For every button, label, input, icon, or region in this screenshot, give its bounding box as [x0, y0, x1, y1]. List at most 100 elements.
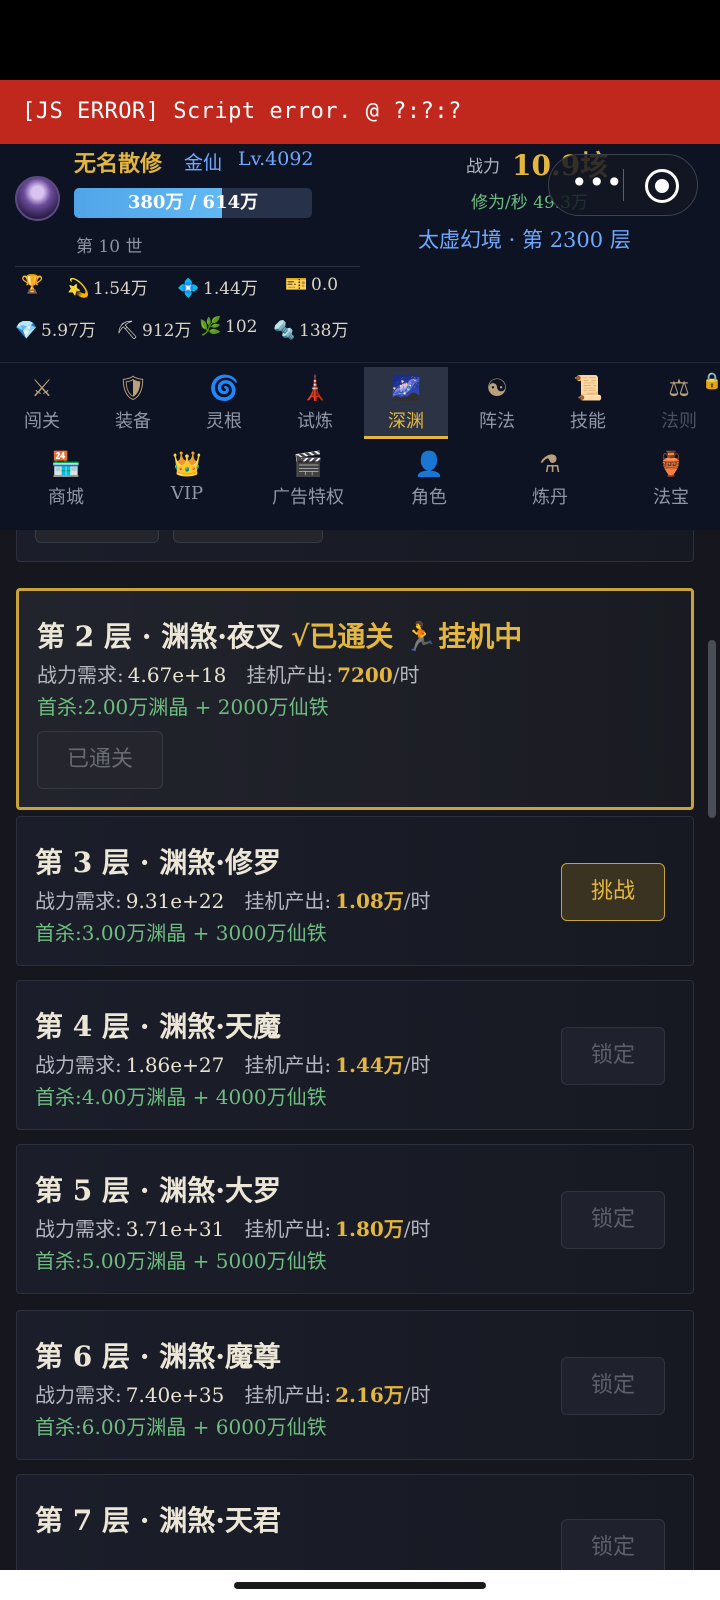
- clapper-icon: 🎬: [293, 450, 323, 478]
- scroll-icon: 📜: [573, 374, 603, 402]
- locked-button[interactable]: 锁定: [561, 1519, 665, 1570]
- nav-item-person[interactable]: 👤 角色: [379, 443, 479, 515]
- power-req-label: 战力需求:: [35, 1217, 122, 1241]
- nav-item-galaxy[interactable]: 🌌 深渊: [364, 367, 448, 439]
- cyclone-icon: 🌀: [209, 374, 239, 402]
- player-level: Lv.4092: [238, 148, 314, 170]
- generation-label: 第 10 世: [76, 237, 143, 257]
- nav-item-label: 试炼: [297, 411, 333, 432]
- miniprogram-capsule: •••: [548, 154, 698, 216]
- nav-item-vase[interactable]: 🏺 法宝: [621, 443, 720, 515]
- exp-progress-text: 380万 / 614万: [127, 192, 259, 213]
- shop-icon: 🏪: [51, 450, 81, 478]
- nav-item-label: 装备: [115, 411, 151, 432]
- resource-item: 💫 1.54万: [67, 274, 148, 299]
- nav-item-shield[interactable]: 🛡 装备: [91, 367, 175, 439]
- nav-item-clapper[interactable]: 🎬 广告特权: [258, 443, 358, 515]
- output-label: 挂机产出:: [244, 1217, 332, 1241]
- resource-item: 🔩 138万: [273, 316, 348, 341]
- floor-card: 第 4 层 · 渊煞·天魔战力需求: 1.86e+27 挂机产出: 1.44万/时首杀…: [16, 980, 694, 1130]
- floor-name: 第 4 层 · 渊煞·天魔: [35, 1010, 281, 1043]
- nav-item-label: 深渊: [388, 411, 424, 432]
- resource-item: 🌿 102: [199, 316, 257, 337]
- challenge-button[interactable]: 挑战: [561, 863, 665, 921]
- power-label: 战力: [466, 157, 500, 177]
- alembic-icon: ⚗: [539, 450, 561, 478]
- floor-stats-line: 战力需求: 4.67e+18 挂机产出: 7200/时: [37, 659, 420, 688]
- scrollbar[interactable]: [708, 640, 716, 818]
- previous-floor-card: [16, 530, 694, 562]
- output-label: 挂机产出:: [246, 663, 334, 687]
- floor-title: 第 7 层 · 渊煞·天君: [35, 1499, 281, 1539]
- previous-idle-button[interactable]: [173, 530, 323, 543]
- nav-item-label: 法则: [661, 411, 697, 432]
- passed-button[interactable]: 已通关: [37, 731, 163, 789]
- nut-bolt-icon: 🔩: [273, 320, 296, 341]
- crossed-swords-icon: ⚔: [31, 374, 53, 402]
- home-indicator-area: [0, 1570, 720, 1600]
- floor-stats-line: 战力需求: 9.31e+22 挂机产出: 1.08万/时: [35, 885, 431, 914]
- resource-item: 💠 1.44万: [177, 274, 258, 299]
- locked-button[interactable]: 锁定: [561, 1191, 665, 1249]
- floor-stats-line: 战力需求: 1.86e+27 挂机产出: 1.44万/时: [35, 1049, 431, 1078]
- resource-value: 5.97万: [41, 321, 96, 341]
- output-unit: /时: [403, 1217, 431, 1241]
- nav-item-shop[interactable]: 🏪 商城: [16, 443, 116, 515]
- trophy-icon: 🏆: [21, 274, 44, 295]
- player-header: 无名散修 金仙 Lv.4092 380万 / 614万 第 10 世 战力 10…: [0, 144, 720, 362]
- resource-value: 1.54万: [93, 279, 148, 299]
- floor-title: 第 5 层 · 渊煞·大罗: [35, 1169, 281, 1209]
- nav-item-scroll[interactable]: 📜 技能: [546, 367, 630, 439]
- resource-value: 912万: [142, 321, 192, 341]
- resource-panel: 🏆 💫 1.54万 💠 1.44万 🎫 0.0 💎 5.97万 ⛏ 912万 🌿 102 🔩 138万: [15, 268, 375, 362]
- realm-floor-label: 太虚幻境 · 第 2300 层: [418, 228, 631, 252]
- nav-item-alembic[interactable]: ⚗ 炼丹: [500, 443, 600, 515]
- more-dots-icon[interactable]: •••: [571, 169, 624, 197]
- nav-item-crown[interactable]: 👑 VIP: [137, 443, 237, 515]
- floor-name: 第 7 层 · 渊煞·天君: [35, 1504, 281, 1537]
- output-unit: /时: [403, 1053, 431, 1077]
- nav-item-label: 阵法: [479, 411, 515, 432]
- resource-value: 102: [225, 317, 258, 337]
- avatar[interactable]: [15, 176, 60, 221]
- output-value: 2.16万: [335, 1383, 404, 1407]
- vase-icon: 🏺: [656, 450, 686, 478]
- previous-passed-button[interactable]: [35, 530, 159, 543]
- locked-button[interactable]: 锁定: [561, 1357, 665, 1415]
- lock-icon: 🔒: [702, 371, 720, 390]
- resource-value: 1.44万: [203, 279, 258, 299]
- floor-title: 第 6 层 · 渊煞·魔尊: [35, 1335, 281, 1375]
- floor-name: 第 6 层 · 渊煞·魔尊: [35, 1340, 281, 1373]
- abyss-floor-list[interactable]: 第 2 层 · 渊煞·夜叉 √已通关 🏃挂机中 战力需求: 4.67e+18 挂机产出: 7…: [0, 530, 720, 1570]
- locked-button[interactable]: 锁定: [561, 1027, 665, 1085]
- floor-stats-line: 战力需求: 3.71e+31 挂机产出: 1.80万/时: [35, 1213, 431, 1242]
- nav-item-cyclone[interactable]: 🌀 灵根: [182, 367, 266, 439]
- capsule-divider: [623, 169, 624, 201]
- sparkle-star-icon: 💫: [67, 278, 90, 299]
- floor-card: 第 7 层 · 渊煞·天君 锁定: [16, 1474, 694, 1570]
- nav-item-label: 广告特权: [272, 487, 344, 508]
- js-error-banner: [JS ERROR] Script error. @ ?:?:?: [0, 80, 720, 144]
- herb-icon: 🌿: [199, 316, 222, 337]
- floor-card: 第 5 层 · 渊煞·大罗 战力需求: 3.71e+31 挂机产出: 1.80万/时 首杀…: [16, 1144, 694, 1294]
- power-req-value: 4.67e+18: [127, 663, 227, 687]
- close-target-icon[interactable]: [645, 169, 679, 203]
- tower-icon: 🗼: [300, 374, 330, 402]
- output-label: 挂机产出:: [244, 1053, 332, 1077]
- first-kill-reward: 首杀:3.00万渊晶 + 3000万仙铁: [35, 921, 327, 945]
- home-indicator[interactable]: [234, 1582, 486, 1589]
- output-unit: /时: [403, 889, 431, 913]
- first-kill-reward: 首杀:4.00万渊晶 + 4000万仙铁: [35, 1085, 327, 1109]
- output-label: 挂机产出:: [244, 1383, 332, 1407]
- nav-item-tower[interactable]: 🗼 试炼: [273, 367, 357, 439]
- floor-title: 第 3 层 · 渊煞·修罗: [35, 841, 281, 881]
- resource-item: ⛏ 912万: [116, 316, 191, 341]
- status-bar: [0, 0, 720, 80]
- exp-progress-bar: 380万 / 614万: [74, 188, 312, 218]
- nav-item-yin-yang[interactable]: ☯ 阵法: [455, 367, 539, 439]
- output-unit: /时: [392, 663, 420, 687]
- floor-title: 第 2 层 · 渊煞·夜叉 √已通关 🏃挂机中: [37, 615, 522, 655]
- floor-title: 第 4 层 · 渊煞·天魔: [35, 1005, 281, 1045]
- nav-item-crossed-swords[interactable]: ⚔ 闯关: [0, 367, 84, 439]
- floor-name: 第 5 层 · 渊煞·大罗: [35, 1174, 281, 1207]
